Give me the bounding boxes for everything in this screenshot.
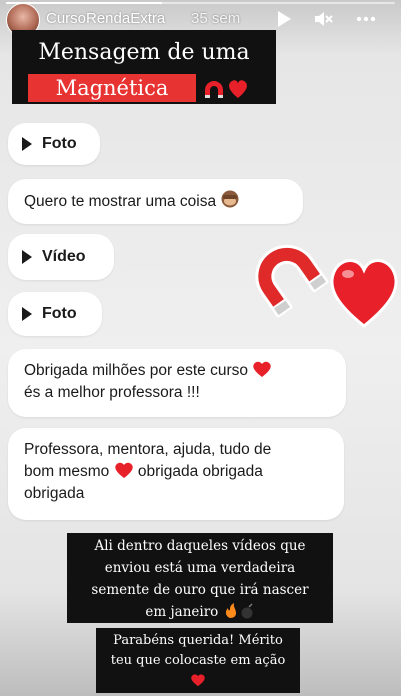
heart-sticker-icon xyxy=(330,259,398,328)
message-text: obrigada obrigada xyxy=(137,463,263,480)
media-message-photo[interactable]: Foto xyxy=(8,292,102,336)
caption-line: em janeiro xyxy=(145,604,219,620)
caption-line: Ali dentro daqueles vídeos que xyxy=(94,538,306,554)
play-triangle-icon xyxy=(22,137,32,151)
message-text: Professora, mentora, ajuda, tudo de xyxy=(24,441,272,458)
mute-icon[interactable] xyxy=(312,8,334,30)
caption-text-1: Ali dentro daqueles vídeos que enviou es… xyxy=(67,533,333,623)
caption-text-2: Parabéns querida! Mérito teu que colocas… xyxy=(96,628,300,693)
play-triangle-icon xyxy=(22,307,32,321)
more-options-icon[interactable] xyxy=(355,8,377,30)
text-message: Professora, mentora, ajuda, tudo de bom … xyxy=(8,428,344,520)
play-triangle-icon xyxy=(22,250,32,264)
message-text: obrigada xyxy=(24,485,85,502)
message-text: és a melhor professora !!! xyxy=(24,384,200,401)
caption-line: Parabéns querida! Mérito xyxy=(113,633,283,648)
play-icon[interactable] xyxy=(273,8,295,30)
magnet-heart-icon xyxy=(205,80,247,98)
media-label: Foto xyxy=(42,135,77,152)
title-line-1: Mensagem de uma xyxy=(12,30,276,76)
media-message-video[interactable]: Vídeo xyxy=(8,234,114,280)
caption-line: semente de ouro que irá nascer xyxy=(91,582,309,598)
title-line-2: Magnética xyxy=(28,74,196,102)
text-message: Obrigada milhões por este curso és a mel… xyxy=(8,349,346,417)
username[interactable]: CursoRendaExtra xyxy=(46,10,165,27)
title-line-2-box: Magnética xyxy=(12,72,276,104)
media-label: Vídeo xyxy=(42,248,86,265)
red-heart-icon xyxy=(191,674,205,687)
red-heart-icon xyxy=(253,361,272,377)
text-message: Quero te mostrar uma coisa xyxy=(8,179,303,224)
red-heart-icon xyxy=(114,462,133,478)
post-time: 35 sem xyxy=(191,10,241,27)
message-text: bom mesmo xyxy=(24,463,110,480)
media-label: Foto xyxy=(42,305,77,322)
caption-line: enviou está uma verdadeira xyxy=(104,560,296,576)
message-text: Obrigada milhões por este curso xyxy=(24,362,249,379)
magnet-sticker-icon xyxy=(255,244,329,318)
see-no-evil-monkey-icon xyxy=(221,190,239,208)
media-message-photo[interactable]: Foto xyxy=(8,123,100,165)
fire-bomb-icon xyxy=(225,603,253,619)
caption-line: teu que colocaste em ação xyxy=(110,653,286,668)
message-text: Quero te mostrar uma coisa xyxy=(24,193,217,210)
